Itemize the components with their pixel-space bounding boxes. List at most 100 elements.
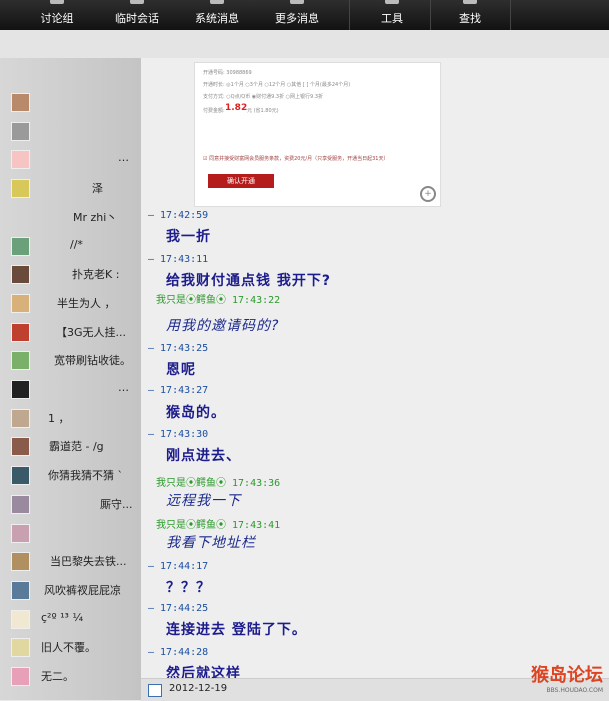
contact-item[interactable]: 半生为人 ， (0, 290, 141, 316)
contact-item[interactable]: Mr zhi丶 (0, 204, 141, 230)
message-text: ？？？ (166, 580, 211, 596)
avatar (11, 523, 30, 543)
message-timestamp: — 17:43:11 (148, 254, 209, 265)
zoom-icon[interactable]: + (420, 186, 436, 202)
contact-name: 风吹裤衩屁屁凉 (44, 583, 121, 597)
contact-item[interactable] (0, 89, 141, 115)
sub-toolbar (0, 30, 609, 58)
contact-item[interactable]: //* (0, 233, 141, 259)
contact-name: … (118, 381, 129, 394)
avatar (11, 351, 30, 371)
contact-name: 旧人不覆。 (41, 641, 96, 655)
pay-amount-suffix: 元 (省1.80元) (247, 108, 279, 114)
avatar (11, 667, 30, 686)
system-message-icon (210, 0, 224, 4)
pay-amount: 1.82 (225, 103, 248, 113)
avatar (11, 466, 30, 486)
message-text: 远程我一下 (166, 493, 241, 509)
contact-item[interactable]: 旧人不覆。 (0, 634, 141, 660)
watermark-logo: 猴岛论坛 (531, 665, 603, 686)
message-text: 刚点进去、 (166, 448, 241, 464)
contact-item[interactable] (0, 118, 141, 144)
contact-name: … (118, 151, 129, 165)
avatar (11, 265, 30, 285)
avatar (11, 609, 30, 629)
pay-agree: ☑ 同意并接受财富网会员服务条款，资费20元/月（只享受服务，开通当日起31天） (203, 156, 389, 162)
avatar (11, 494, 30, 514)
contact-item[interactable]: 霸道范 - /g (0, 433, 141, 459)
toolbar-system-message[interactable]: 系统消息 (184, 0, 250, 30)
tools-icon (385, 0, 399, 4)
message-timestamp: — 17:43:25 (148, 343, 209, 354)
contact-name: 霸道范 - /g (49, 440, 104, 454)
calendar-icon[interactable] (148, 684, 162, 697)
contact-item[interactable]: ç²º ¹³ ¼ (0, 606, 141, 632)
avatar (11, 293, 30, 313)
toolbar-tools[interactable]: 工具 (370, 0, 414, 30)
avatar (11, 380, 30, 399)
message-timestamp: — 17:44:25 (148, 603, 209, 614)
confirm-open-button: 确认开通 (208, 174, 274, 188)
toolbar-divider (430, 0, 431, 30)
message-sender-timestamp: 我只是⦿鳄鱼⦿ 17:43:22 (156, 295, 281, 306)
message-text: 我看下地址栏 (166, 535, 256, 551)
contact-item[interactable]: … (0, 376, 141, 402)
toolbar-discussion-group[interactable]: 讨论组 (24, 0, 90, 30)
avatar (11, 322, 30, 342)
avatar (11, 121, 30, 141)
temp-session-icon (130, 0, 144, 4)
avatar (11, 437, 30, 457)
contact-name: 宽带刷钻收徒。 (54, 354, 131, 368)
message-timestamp: — 17:44:17 (148, 561, 209, 572)
contact-name: 【3G无人挂... (56, 325, 127, 339)
avatar (11, 552, 30, 572)
contact-name: 1 ， (48, 411, 70, 425)
watermark-url: BBS.HOUDAO.COM (546, 687, 603, 694)
contact-item[interactable]: 【3G无人挂... (0, 319, 141, 345)
contact-item[interactable]: 宽带刷钻收徒。 (0, 347, 141, 373)
contact-item[interactable]: 1 ， (0, 405, 141, 431)
contact-item[interactable] (0, 520, 141, 546)
message-timestamp: — 17:42:59 (148, 210, 209, 221)
contact-item[interactable]: 厮守... (0, 491, 141, 517)
contact-name: 扑克老K : (72, 268, 120, 282)
message-sender-timestamp: 我只是⦿鳄鱼⦿ 17:43:41 (156, 520, 281, 531)
contact-name: 你猜我猜不猜 ` (48, 469, 123, 483)
date-label: 2012-12-19 (169, 683, 228, 694)
message-timestamp: — 17:44:28 (148, 647, 209, 658)
avatar (11, 150, 30, 170)
discussion-group-icon (50, 0, 64, 4)
contact-name: //* (70, 237, 83, 251)
chat-history: 开通号码: 30988869 开通时长: ◎1个月 ○3个月 ○12个月 ○其他… (141, 58, 609, 682)
avatar (11, 638, 30, 658)
pay-row: 开通号码: 30988869 (203, 70, 252, 76)
message-text: 猴岛的。 (166, 405, 226, 421)
message-sender-timestamp: 我只是⦿鳄鱼⦿ 17:43:36 (156, 478, 281, 489)
search-icon (463, 0, 477, 4)
message-timestamp: — 17:43:30 (148, 429, 209, 440)
contact-name: 当巴黎失去铁... (50, 555, 127, 569)
pay-row: 付费金额: (203, 108, 225, 114)
contact-item[interactable]: … (0, 146, 141, 172)
avatar (11, 93, 30, 112)
more-messages-icon (290, 0, 304, 4)
avatar (11, 236, 30, 256)
message-text: 我一折 (166, 229, 211, 245)
contact-item[interactable]: 当巴黎失去铁... (0, 548, 141, 574)
toolbar-search[interactable]: 查找 (448, 0, 492, 30)
contact-item[interactable]: 扑克老K : (0, 261, 141, 287)
screenshot-image[interactable]: 开通号码: 30988869 开通时长: ◎1个月 ○3个月 ○12个月 ○其他… (194, 62, 441, 207)
contact-list: … 泽 Mr zhi丶 //* 扑克老K : 半生为人 ， 【3G无人挂... 宽带刷钻收徒。… (0, 58, 141, 700)
pay-row: 开通时长: ◎1个月 ○3个月 ○12个月 ○其他 [ ] 个月(最多24个月) (203, 82, 351, 88)
contact-item[interactable]: 风吹裤衩屁屁凉 (0, 577, 141, 603)
contact-name: 泽 (92, 182, 103, 196)
toolbar-more-messages[interactable]: 更多消息 (264, 0, 330, 30)
contact-item[interactable]: 你猜我猜不猜 ` (0, 462, 141, 488)
toolbar-temp-session[interactable]: 临时会话 (104, 0, 170, 30)
contact-item[interactable]: 泽 (0, 175, 141, 201)
watermark: 猴岛论坛 BBS.HOUDAO.COM (531, 661, 603, 694)
avatar (11, 580, 30, 600)
toolbar-divider (349, 0, 350, 30)
contact-name: ç²º ¹³ ¼ (41, 610, 84, 624)
contact-item[interactable]: 无二。 (0, 663, 141, 689)
